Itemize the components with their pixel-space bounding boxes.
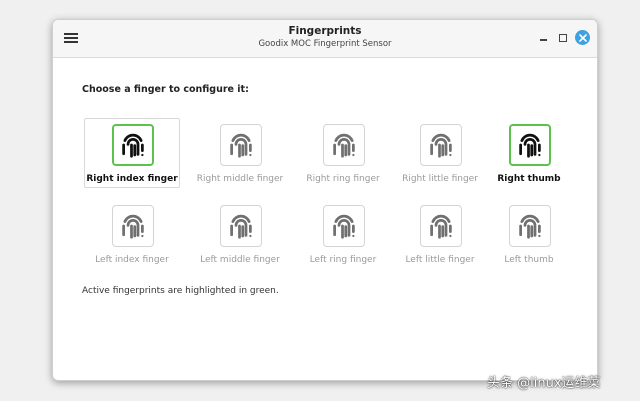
fingerprint-icon (519, 214, 541, 239)
minimize-icon[interactable] (537, 31, 551, 45)
fingerprint-icon (519, 133, 541, 158)
window-title: Fingerprints (288, 25, 362, 37)
finger-left-index[interactable]: Left index finger (84, 199, 180, 269)
finger-left-thumb[interactable]: Left thumb (481, 199, 577, 269)
fingerprint-icon-box (112, 124, 154, 166)
finger-right-middle[interactable]: Right middle finger (192, 118, 288, 188)
fingerprint-icon (122, 133, 144, 158)
window-subtitle: Goodix MOC Fingerprint Sensor (258, 39, 392, 49)
fingerprints-window: Fingerprints Goodix MOC Fingerprint Sens… (52, 19, 598, 381)
finger-label: Right thumb (497, 174, 561, 184)
finger-left-little[interactable]: Left little finger (392, 199, 488, 269)
finger-label: Left thumb (504, 255, 554, 265)
fingerprint-icon (333, 214, 355, 239)
fingerprint-icon (122, 214, 144, 239)
fingerprint-icon-box (509, 124, 551, 166)
finger-left-middle[interactable]: Left middle finger (192, 199, 288, 269)
finger-label: Right little finger (402, 174, 478, 184)
title-area: Fingerprints Goodix MOC Fingerprint Sens… (53, 25, 597, 50)
fingerprint-icon (230, 214, 252, 239)
finger-right-ring[interactable]: Right ring finger (295, 118, 391, 188)
finger-label: Left little finger (405, 255, 475, 265)
fingerprint-icon (333, 133, 355, 158)
fingerprint-icon (430, 214, 452, 239)
finger-label: Right ring finger (306, 174, 380, 184)
fingerprint-icon-box (220, 124, 262, 166)
close-icon[interactable] (575, 30, 590, 45)
choose-finger-heading: Choose a finger to configure it: (82, 84, 249, 95)
finger-label: Left index finger (95, 255, 169, 265)
finger-label: Right index finger (86, 174, 178, 184)
finger-right-little[interactable]: Right little finger (392, 118, 488, 188)
fingerprint-icon-box (112, 205, 154, 247)
finger-label: Left ring finger (309, 255, 377, 265)
finger-label: Left middle finger (200, 255, 280, 265)
active-fingerprints-note: Active fingerprints are highlighted in g… (82, 286, 279, 296)
maximize-icon[interactable] (556, 31, 570, 45)
fingerprint-icon-box (323, 124, 365, 166)
fingerprint-icon-box (420, 205, 462, 247)
fingerprint-icon (230, 133, 252, 158)
finger-right-thumb[interactable]: Right thumb (481, 118, 577, 188)
finger-label: Right middle finger (196, 174, 284, 184)
fingerprint-icon-box (420, 124, 462, 166)
finger-right-index[interactable]: Right index finger (84, 118, 180, 188)
finger-left-ring[interactable]: Left ring finger (295, 199, 391, 269)
fingerprint-icon-box (220, 205, 262, 247)
fingerprint-icon-box (323, 205, 365, 247)
fingerprint-icon-box (509, 205, 551, 247)
title-bar: Fingerprints Goodix MOC Fingerprint Sens… (53, 20, 597, 58)
watermark-text: 头条 @linux运维菜 (487, 376, 601, 391)
fingerprint-icon (430, 133, 452, 158)
